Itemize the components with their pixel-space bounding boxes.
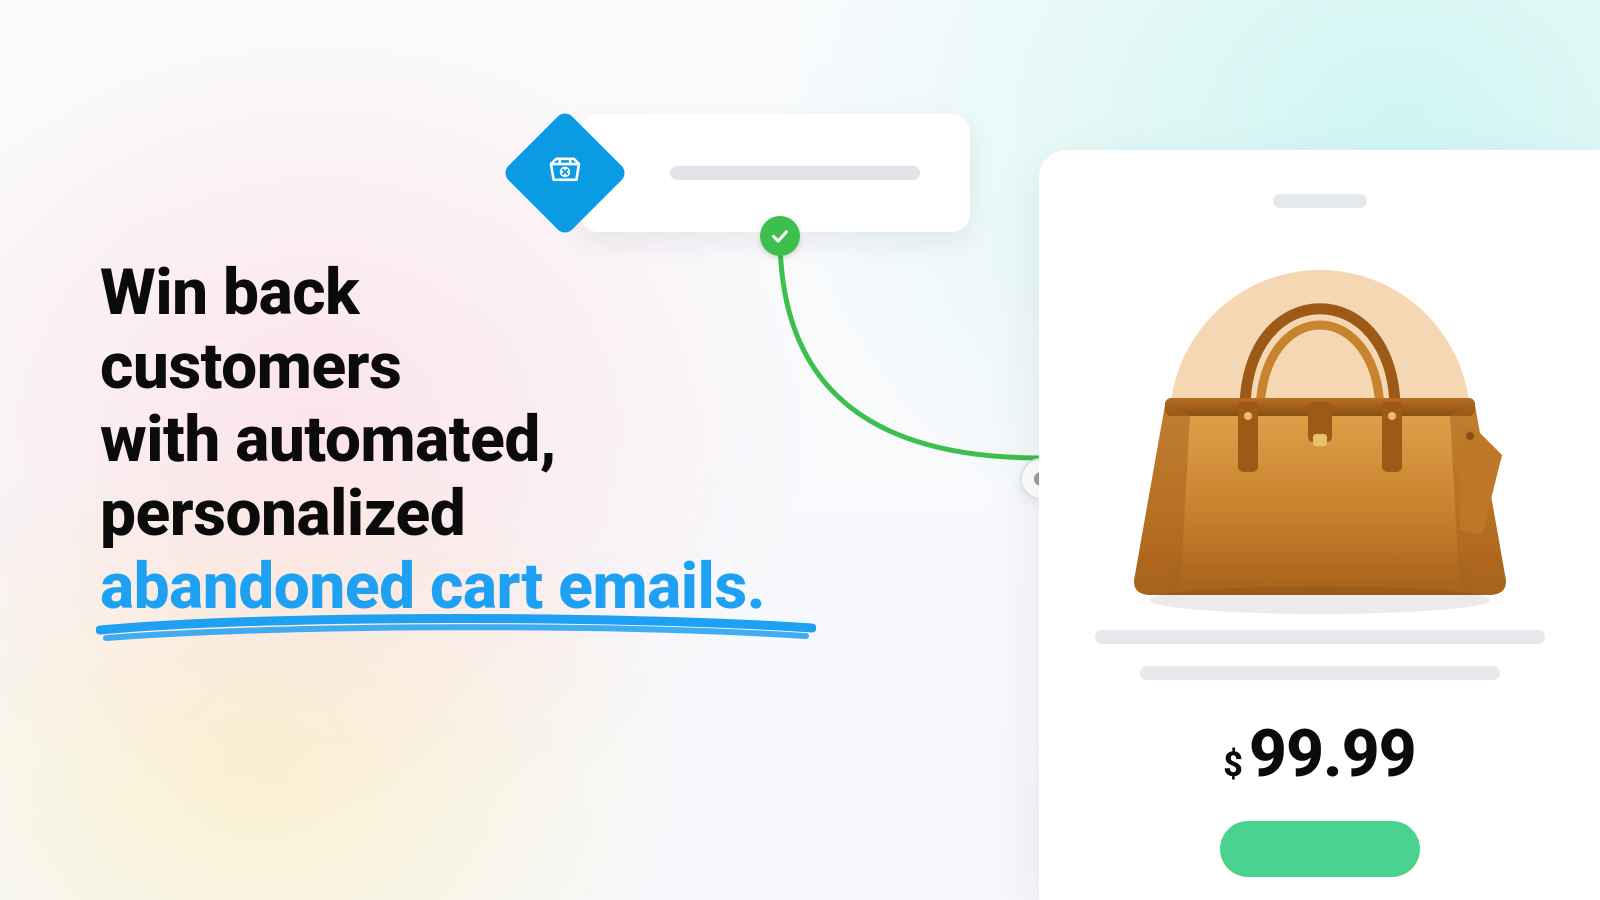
abandoned-cart-diamond	[501, 109, 628, 236]
headline-line-2: customers	[100, 329, 401, 404]
price-value: 99.99	[1249, 716, 1416, 793]
product-image	[1110, 230, 1530, 610]
product-card: $ 99.99	[1039, 150, 1600, 900]
abandoned-cart-icon	[544, 150, 586, 196]
placeholder-line	[1095, 630, 1545, 644]
underline-decoration	[96, 608, 816, 642]
headline: Win back customers with automated, perso…	[100, 256, 860, 624]
automation-step-card	[580, 114, 970, 232]
placeholder-line	[1273, 194, 1367, 208]
placeholder-line	[1140, 666, 1500, 680]
product-price: $ 99.99	[1223, 716, 1415, 793]
check-icon	[760, 216, 800, 256]
headline-line-3: with automated,	[100, 402, 556, 477]
handbag-illustration	[1110, 220, 1530, 620]
price-currency: $	[1223, 745, 1243, 785]
cta-button[interactable]	[1220, 821, 1420, 877]
placeholder-line	[670, 166, 920, 180]
headline-line-4: personalized	[100, 476, 465, 551]
headline-accent: abandoned cart emails.	[100, 550, 765, 624]
headline-line-1: Win back	[100, 255, 359, 330]
marketing-slide: Win back customers with automated, perso…	[0, 0, 1600, 900]
